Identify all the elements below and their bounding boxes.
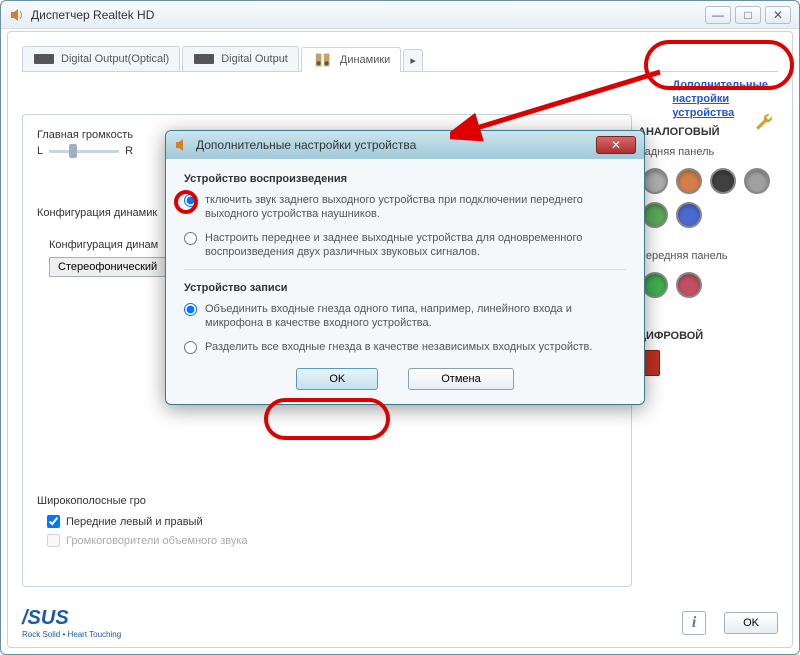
main-ok-button[interactable]: OK <box>724 612 778 634</box>
socket[interactable] <box>642 168 668 194</box>
socket[interactable] <box>642 202 668 228</box>
front-panel-label: Передняя панель <box>638 250 778 262</box>
playback-opt2-text: Настроить переднее и заднее выходные уст… <box>205 231 626 259</box>
window-controls: — □ ✕ <box>705 6 791 24</box>
volume-section: Главная громкость L R <box>37 129 133 157</box>
surround-checkbox: Громкоговорители объемного звука <box>47 534 248 547</box>
logo-block: /SUS Rock Solid • Heart Touching <box>22 607 121 639</box>
socket[interactable] <box>710 168 736 194</box>
tab-scroll-right[interactable]: ▸ <box>403 49 423 71</box>
balance-right: R <box>125 145 133 157</box>
device-icon <box>33 51 55 67</box>
dialog-body: Устройство воспроизведения тключить звук… <box>166 159 644 404</box>
socket[interactable] <box>642 272 668 298</box>
close-button[interactable]: ✕ <box>765 6 791 24</box>
speaker-icon <box>9 7 25 23</box>
record-opt1-text: Объединить входные гнезда одного типа, н… <box>205 302 626 330</box>
playback-opt1-text: тключить звук заднего выходного устройст… <box>205 193 626 221</box>
info-button[interactable]: i <box>682 611 706 635</box>
dialog-close-button[interactable]: ✕ <box>596 136 636 154</box>
tab-digital-optical[interactable]: Digital Output(Optical) <box>22 46 180 71</box>
dialog-ok-button[interactable]: OK <box>296 368 378 390</box>
speaker-icon <box>174 137 190 153</box>
wrench-icon[interactable] <box>754 112 774 132</box>
front-lr-input[interactable] <box>47 515 60 528</box>
tab-speakers[interactable]: Динамики <box>301 47 401 72</box>
speaker-config-section: Конфигурация динамик Конфигурация динам … <box>37 207 179 277</box>
back-panel-label: Задняя панель <box>638 146 778 158</box>
tab-label: Динамики <box>340 54 390 66</box>
balance-slider[interactable]: L R <box>37 145 133 157</box>
surround-input <box>47 534 60 547</box>
logo-tagline: Rock Solid • Heart Touching <box>22 630 121 639</box>
speakers-icon <box>312 52 334 68</box>
connectors-panel: АНАЛОГОВЫЙ Задняя панель Передняя панель… <box>638 114 778 587</box>
socket[interactable] <box>676 168 702 194</box>
wideband-section: Широкополосные гро Передние левый и прав… <box>37 495 248 553</box>
record-option-split[interactable]: Разделить все входные гнезда в качестве … <box>184 340 626 354</box>
front-lr-checkbox[interactable]: Передние левый и правый <box>47 515 248 528</box>
dialog-buttons: OK Отмена <box>184 368 626 390</box>
volume-title: Главная громкость <box>37 129 133 141</box>
maximize-button[interactable]: □ <box>735 6 761 24</box>
window-title: Диспетчер Realtek HD <box>31 8 705 22</box>
config-select[interactable]: Стереофонический <box>49 257 179 277</box>
record-opt2-text: Разделить все входные гнезда в качестве … <box>205 340 592 354</box>
tab-label: Digital Output <box>221 53 288 65</box>
front-sockets <box>638 268 778 302</box>
titlebar: Диспетчер Realtek HD — □ ✕ <box>1 1 799 29</box>
playback-group-title: Устройство воспроизведения <box>184 173 626 185</box>
advanced-settings-dialog: Дополнительные настройки устройства ✕ Ус… <box>165 130 645 405</box>
config-subtitle: Конфигурация динам <box>49 239 179 251</box>
record-option-combine[interactable]: Объединить входные гнезда одного типа, н… <box>184 302 626 330</box>
device-icon <box>193 51 215 67</box>
socket[interactable] <box>676 272 702 298</box>
dialog-cancel-button[interactable]: Отмена <box>408 368 513 390</box>
wideband-title: Широкополосные гро <box>37 495 248 507</box>
dialog-title: Дополнительные настройки устройства <box>196 138 596 152</box>
playback-radio-1[interactable] <box>184 194 197 207</box>
divider <box>184 269 626 270</box>
record-radio-1[interactable] <box>184 303 197 316</box>
tab-digital-output[interactable]: Digital Output <box>182 46 299 71</box>
balance-left: L <box>37 145 43 157</box>
tabs: Digital Output(Optical) Digital Output Д… <box>22 46 778 72</box>
socket[interactable] <box>676 202 702 228</box>
record-group-title: Устройство записи <box>184 282 626 294</box>
surround-label: Громкоговорители объемного звука <box>66 535 248 547</box>
record-radio-2[interactable] <box>184 341 197 354</box>
tab-label: Digital Output(Optical) <box>61 53 169 65</box>
dialog-titlebar: Дополнительные настройки устройства ✕ <box>166 131 644 159</box>
front-lr-label: Передние левый и правый <box>66 516 203 528</box>
footer: /SUS Rock Solid • Heart Touching i OK <box>22 607 778 639</box>
playback-option-mute[interactable]: тключить звук заднего выходного устройст… <box>184 193 626 221</box>
socket[interactable] <box>744 168 770 194</box>
minimize-button[interactable]: — <box>705 6 731 24</box>
playback-radio-2[interactable] <box>184 232 197 245</box>
back-sockets <box>638 164 778 232</box>
link-line2: настройки <box>672 93 729 105</box>
link-line1: Дополнительные <box>672 79 768 91</box>
config-title: Конфигурация динамик <box>37 207 179 219</box>
playback-option-separate[interactable]: Настроить переднее и заднее выходные уст… <box>184 231 626 259</box>
logo: /SUS <box>22 607 121 630</box>
digital-title: ЦИФРОВОЙ <box>638 330 778 342</box>
